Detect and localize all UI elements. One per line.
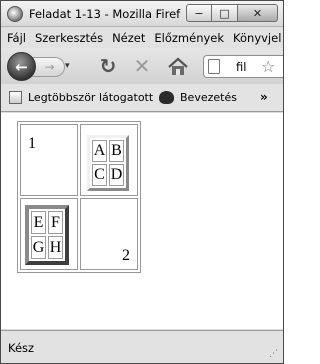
menu-edit[interactable]: Szerkesztés [35, 31, 103, 45]
status-bar: Kész ⋰ [1, 330, 283, 363]
stop-icon: ✕ [133, 54, 151, 78]
menu-view[interactable]: Nézet [112, 31, 145, 45]
most-visited-icon [9, 91, 22, 104]
back-button[interactable]: ← [7, 52, 36, 81]
bookmarks-toolbar: Legtöbbször látogatott Bevezetés » [1, 84, 283, 112]
bookmarks-overflow-icon[interactable]: » [260, 90, 268, 104]
resize-grip-icon[interactable]: ⋰ [269, 349, 279, 359]
cell-number: 1 [28, 135, 36, 152]
inner-cell: B [109, 140, 124, 162]
history-dropdown-icon[interactable]: ▾ [65, 61, 70, 71]
reload-icon: ↻ [99, 54, 117, 78]
navigation-toolbar: → ← ▾ ↻ ✕ fil ☆ [1, 48, 283, 84]
maximize-button[interactable]: □ [212, 4, 238, 22]
close-button[interactable]: ✕ [238, 4, 278, 22]
home-icon [168, 57, 188, 75]
outer-cell: 2 [80, 198, 138, 270]
reload-button[interactable]: ↻ [97, 54, 119, 78]
inner-cell: G [31, 236, 46, 259]
inner-cell: E [31, 211, 46, 234]
inner-cell: D [109, 164, 124, 186]
bookmark-label: Legtöbbször látogatott [28, 91, 154, 104]
bookmark-favicon-icon [159, 91, 174, 104]
outer-cell: E F G H [20, 198, 78, 270]
forward-arrow-icon: → [44, 60, 55, 74]
page-icon [208, 59, 220, 74]
bookmark-getting-started[interactable]: Bevezetés [159, 91, 237, 104]
outer-table: 1 A B C D E F G H 2 [17, 121, 141, 273]
address-input[interactable]: fil [236, 60, 246, 74]
bookmark-star-icon[interactable]: ☆ [261, 57, 275, 76]
inner-table-raised: A B C D [87, 135, 129, 191]
window-controls: − □ ✕ [186, 4, 278, 22]
back-arrow-icon: ← [15, 57, 28, 76]
firefox-icon [7, 6, 23, 22]
cell-number: 2 [122, 247, 130, 264]
stop-button[interactable]: ✕ [131, 54, 153, 78]
menu-bookmarks[interactable]: Könyvjel [233, 31, 281, 45]
outer-cell: A B C D [80, 124, 138, 196]
inner-cell: F [48, 211, 63, 234]
menu-history[interactable]: Előzmények [154, 31, 224, 45]
inner-table-sunken: E F G H [25, 205, 69, 265]
bookmark-most-visited[interactable]: Legtöbbször látogatott [9, 91, 153, 104]
inner-cell: C [92, 164, 107, 186]
outer-cell: 1 [20, 124, 78, 196]
page-content: 1 A B C D E F G H 2 [1, 113, 283, 329]
inner-cell: A [92, 140, 107, 162]
status-text: Kész [8, 341, 35, 355]
title-bar: Feladat 1-13 - Mozilla Firef − □ ✕ [1, 1, 283, 27]
home-button[interactable] [167, 57, 189, 77]
address-bar[interactable]: fil ☆ [203, 55, 283, 78]
menu-bar: Fájl Szerkesztés Nézet Előzmények Könyvj… [1, 28, 283, 48]
inner-cell: H [48, 236, 63, 259]
bookmark-label: Bevezetés [180, 91, 237, 104]
browser-window: Feladat 1-13 - Mozilla Firef − □ ✕ Fájl … [0, 0, 284, 364]
menu-file[interactable]: Fájl [7, 31, 26, 45]
window-title: Feladat 1-13 - Mozilla Firef [29, 7, 181, 21]
minimize-button[interactable]: − [186, 4, 212, 22]
